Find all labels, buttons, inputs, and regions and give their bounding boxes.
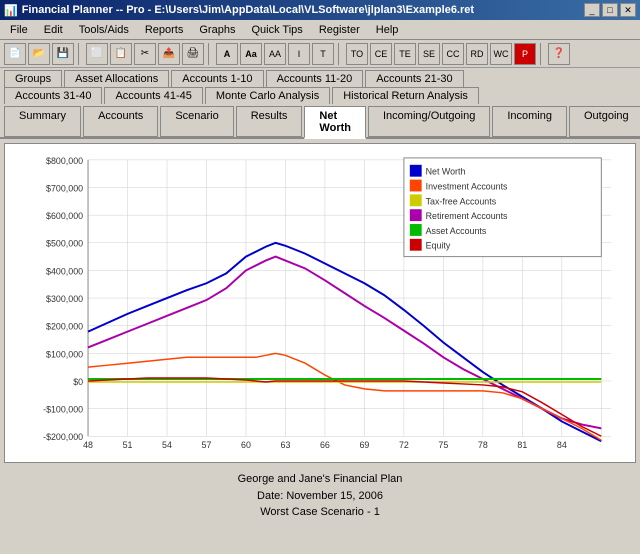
toolbar-btn2[interactable]: 📋 bbox=[110, 43, 132, 65]
menu-file[interactable]: File bbox=[2, 22, 36, 38]
nav-accounts-21-30[interactable]: Accounts 21-30 bbox=[365, 70, 463, 87]
tab-incoming-outgoing[interactable]: Incoming/Outgoing bbox=[368, 106, 490, 137]
svg-text:$0: $0 bbox=[73, 377, 83, 387]
svg-text:57: 57 bbox=[202, 440, 212, 450]
window-title: Financial Planner -- Pro - E:\Users\Jim\… bbox=[22, 4, 474, 16]
tab-scenario[interactable]: Scenario bbox=[160, 106, 233, 137]
nav-accounts-11-20[interactable]: Accounts 11-20 bbox=[266, 70, 364, 87]
nav-row1: Groups Asset Allocations Accounts 1-10 A… bbox=[0, 68, 640, 87]
svg-text:81: 81 bbox=[517, 440, 527, 450]
maximize-button[interactable]: □ bbox=[602, 3, 618, 17]
nav-groups[interactable]: Groups bbox=[4, 70, 62, 87]
title-bar: 📊 Financial Planner -- Pro - E:\Users\Ji… bbox=[0, 0, 640, 20]
footer-line1: George and Jane's Financial Plan bbox=[4, 471, 636, 488]
toolbar-btn14[interactable]: SE bbox=[418, 43, 440, 65]
menu-quicktips[interactable]: Quick Tips bbox=[243, 22, 310, 38]
chart-svg: $800,000 $700,000 $600,000 $500,000 $400… bbox=[11, 150, 629, 456]
toolbar-btn16[interactable]: RD bbox=[466, 43, 488, 65]
svg-text:60: 60 bbox=[241, 440, 251, 450]
toolbar-btn5[interactable]: 🖨 bbox=[182, 43, 204, 65]
nav-asset-allocations[interactable]: Asset Allocations bbox=[64, 70, 169, 87]
toolbar-btn12[interactable]: CE bbox=[370, 43, 392, 65]
tab-incoming[interactable]: Incoming bbox=[492, 106, 567, 137]
footer-line2: Date: November 15, 2006 bbox=[4, 488, 636, 505]
toolbar-btn7[interactable]: Aa bbox=[240, 43, 262, 65]
toolbar-new[interactable]: 📄 bbox=[4, 43, 26, 65]
nav-historical-return[interactable]: Historical Return Analysis bbox=[332, 87, 479, 104]
toolbar-open[interactable]: 📂 bbox=[28, 43, 50, 65]
toolbar-btn9[interactable]: I bbox=[288, 43, 310, 65]
toolbar-help[interactable]: ❓ bbox=[548, 43, 570, 65]
menu-bar: File Edit Tools/Aids Reports Graphs Quic… bbox=[0, 20, 640, 40]
svg-text:72: 72 bbox=[399, 440, 409, 450]
svg-text:Retirement Accounts: Retirement Accounts bbox=[426, 211, 508, 221]
svg-text:$300,000: $300,000 bbox=[46, 294, 83, 304]
svg-text:$700,000: $700,000 bbox=[46, 183, 83, 193]
toolbar-btn17[interactable]: WC bbox=[490, 43, 512, 65]
toolbar-btn8[interactable]: AA bbox=[264, 43, 286, 65]
tab-results[interactable]: Results bbox=[236, 106, 303, 137]
toolbar-btn11[interactable]: TO bbox=[346, 43, 368, 65]
toolbar-btn1[interactable]: ⬜ bbox=[86, 43, 108, 65]
svg-text:$500,000: $500,000 bbox=[46, 239, 83, 249]
svg-text:54: 54 bbox=[162, 440, 172, 450]
nav-accounts-31-40[interactable]: Accounts 31-40 bbox=[4, 87, 102, 104]
svg-text:-$100,000: -$100,000 bbox=[43, 405, 83, 415]
svg-text:63: 63 bbox=[281, 440, 291, 450]
svg-text:51: 51 bbox=[123, 440, 133, 450]
close-button[interactable]: ✕ bbox=[620, 3, 636, 17]
svg-text:66: 66 bbox=[320, 440, 330, 450]
svg-text:Net Worth: Net Worth bbox=[426, 167, 466, 177]
menu-help[interactable]: Help bbox=[368, 22, 407, 38]
toolbar-btn3[interactable]: ✂ bbox=[134, 43, 156, 65]
menu-graphs[interactable]: Graphs bbox=[191, 22, 243, 38]
svg-text:$100,000: $100,000 bbox=[46, 349, 83, 359]
svg-text:$200,000: $200,000 bbox=[46, 322, 83, 332]
nav-accounts-41-45[interactable]: Accounts 41-45 bbox=[104, 87, 202, 104]
footer-line3: Worst Case Scenario - 1 bbox=[4, 504, 636, 521]
svg-text:-$200,000: -$200,000 bbox=[43, 432, 83, 442]
menu-register[interactable]: Register bbox=[311, 22, 368, 38]
menu-edit[interactable]: Edit bbox=[36, 22, 71, 38]
svg-text:69: 69 bbox=[359, 440, 369, 450]
svg-text:$800,000: $800,000 bbox=[46, 156, 83, 166]
sub-tabs: Summary Accounts Scenario Results Net Wo… bbox=[0, 104, 640, 139]
tab-outgoing[interactable]: Outgoing bbox=[569, 106, 640, 137]
minimize-button[interactable]: _ bbox=[584, 3, 600, 17]
toolbar-save[interactable]: 💾 bbox=[52, 43, 74, 65]
nav-accounts-1-10[interactable]: Accounts 1-10 bbox=[171, 70, 263, 87]
svg-text:75: 75 bbox=[438, 440, 448, 450]
menu-tools[interactable]: Tools/Aids bbox=[71, 22, 137, 38]
nav-row2: Accounts 31-40 Accounts 41-45 Monte Carl… bbox=[0, 87, 640, 104]
toolbar-btn10[interactable]: T bbox=[312, 43, 334, 65]
chart-container: $800,000 $700,000 $600,000 $500,000 $400… bbox=[4, 143, 636, 463]
toolbar-btn4[interactable]: 📤 bbox=[158, 43, 180, 65]
tab-accounts[interactable]: Accounts bbox=[83, 106, 158, 137]
toolbar-btn15[interactable]: CC bbox=[442, 43, 464, 65]
nav-monte-carlo[interactable]: Monte Carlo Analysis bbox=[205, 87, 330, 104]
footer: George and Jane's Financial Plan Date: N… bbox=[0, 467, 640, 525]
toolbar-plan[interactable]: P bbox=[514, 43, 536, 65]
app-icon: 📊 bbox=[4, 4, 18, 17]
svg-text:$600,000: $600,000 bbox=[46, 211, 83, 221]
svg-text:Tax-free Accounts: Tax-free Accounts bbox=[426, 196, 497, 206]
svg-text:78: 78 bbox=[478, 440, 488, 450]
svg-text:Equity: Equity bbox=[426, 241, 451, 251]
toolbar-btn6[interactable]: A bbox=[216, 43, 238, 65]
tab-net-worth[interactable]: Net Worth bbox=[304, 106, 366, 139]
svg-text:84: 84 bbox=[557, 440, 567, 450]
toolbar: 📄 📂 💾 ⬜ 📋 ✂ 📤 🖨 A Aa AA I T TO CE TE SE … bbox=[0, 40, 640, 68]
svg-text:Asset Accounts: Asset Accounts bbox=[426, 226, 487, 236]
toolbar-btn13[interactable]: TE bbox=[394, 43, 416, 65]
svg-text:Investment Accounts: Investment Accounts bbox=[426, 181, 508, 191]
tab-summary[interactable]: Summary bbox=[4, 106, 81, 137]
svg-text:$400,000: $400,000 bbox=[46, 266, 83, 276]
menu-reports[interactable]: Reports bbox=[137, 22, 192, 38]
svg-text:48: 48 bbox=[83, 440, 93, 450]
